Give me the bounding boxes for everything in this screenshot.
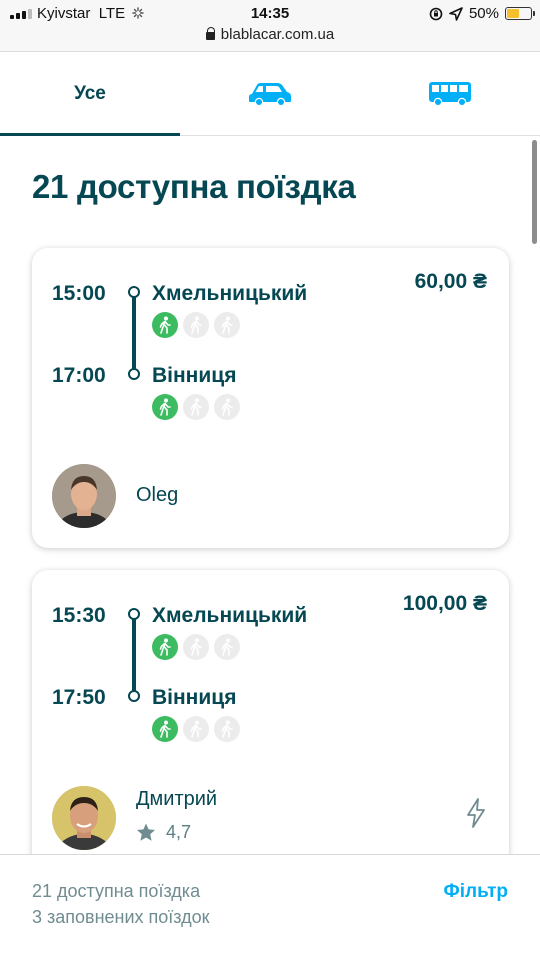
arrival-city: Вінниця: [152, 686, 237, 709]
tab-bus[interactable]: [360, 52, 540, 135]
seat-taken-icon: [214, 394, 240, 420]
rating-value: 4,7: [166, 822, 192, 842]
arrival-city: Вінниця: [152, 364, 237, 387]
seat-available-icon: [152, 634, 178, 660]
battery-percent: 50%: [468, 5, 499, 22]
seat-taken-icon: [214, 634, 240, 660]
route-line: [132, 619, 136, 691]
departure-time: 15:00: [52, 282, 106, 305]
orientation-lock-icon: [429, 7, 443, 20]
trip-list[interactable]: 21 доступна поїздка 15:00 Хмельницький 1…: [0, 136, 540, 854]
transport-tabs: Усе: [0, 52, 540, 136]
seats-indicator: [152, 394, 240, 420]
available-trips-count: 21 доступна поїздка: [32, 881, 201, 901]
driver-avatar: [52, 786, 116, 850]
departure-city: Хмельницький: [152, 604, 308, 627]
tab-carpool[interactable]: [180, 52, 360, 135]
star-icon: [137, 823, 155, 841]
car-icon: [249, 82, 291, 106]
seats-indicator: [152, 312, 240, 338]
scrollbar[interactable]: [532, 140, 537, 244]
page-title: 21 доступна поїздка: [32, 168, 356, 205]
lock-icon: [205, 27, 216, 40]
departure-time: 15:30: [52, 604, 106, 627]
trip-price: 60,00 ₴: [414, 270, 487, 293]
seat-taken-icon: [183, 394, 209, 420]
results-footer: 21 доступна поїздка 3 заповнених поїздок…: [0, 854, 540, 960]
driver-name: Дмитрий: [136, 788, 218, 810]
browser-status-bar: Kyivstar LTE 14:35 50% blablacar.com.ua: [0, 0, 540, 52]
filter-button[interactable]: Фільтр: [444, 881, 509, 903]
departure-city: Хмельницький: [152, 282, 308, 305]
tab-all-label: Усе: [74, 82, 106, 104]
driver-name: Oleg: [136, 484, 179, 506]
seat-taken-icon: [214, 716, 240, 742]
trip-card[interactable]: 15:30 Хмельницький 17:50 Вінниця 100,00 …: [32, 570, 509, 854]
driver-avatar: [52, 464, 116, 528]
seat-available-icon: [152, 312, 178, 338]
location-arrow-icon: [449, 6, 463, 21]
battery-icon: [505, 7, 535, 20]
trip-card[interactable]: 15:00 Хмельницький 17:00 Вінниця 60,00 ₴: [32, 248, 509, 548]
route-end-dot: [128, 690, 140, 702]
seat-taken-icon: [214, 312, 240, 338]
arrival-time: 17:50: [52, 686, 106, 709]
trip-price: 100,00 ₴: [402, 592, 487, 615]
seat-taken-icon: [183, 634, 209, 660]
arrival-time: 17:00: [52, 364, 106, 387]
tab-all[interactable]: Усе: [0, 52, 180, 136]
bus-icon: [429, 81, 471, 106]
seat-available-icon: [152, 716, 178, 742]
seats-indicator: [152, 716, 240, 742]
seats-indicator: [152, 634, 240, 660]
url-text: blablacar.com.ua: [220, 26, 335, 43]
seat-taken-icon: [183, 716, 209, 742]
seat-taken-icon: [183, 312, 209, 338]
route-end-dot: [128, 368, 140, 380]
driver-rating: 4,7: [136, 822, 191, 843]
route-line: [132, 297, 136, 369]
lightning-icon: [465, 798, 487, 833]
seat-available-icon: [152, 394, 178, 420]
address-bar[interactable]: blablacar.com.ua: [0, 26, 540, 43]
full-trips-count: 3 заповнених поїздок: [32, 907, 210, 927]
